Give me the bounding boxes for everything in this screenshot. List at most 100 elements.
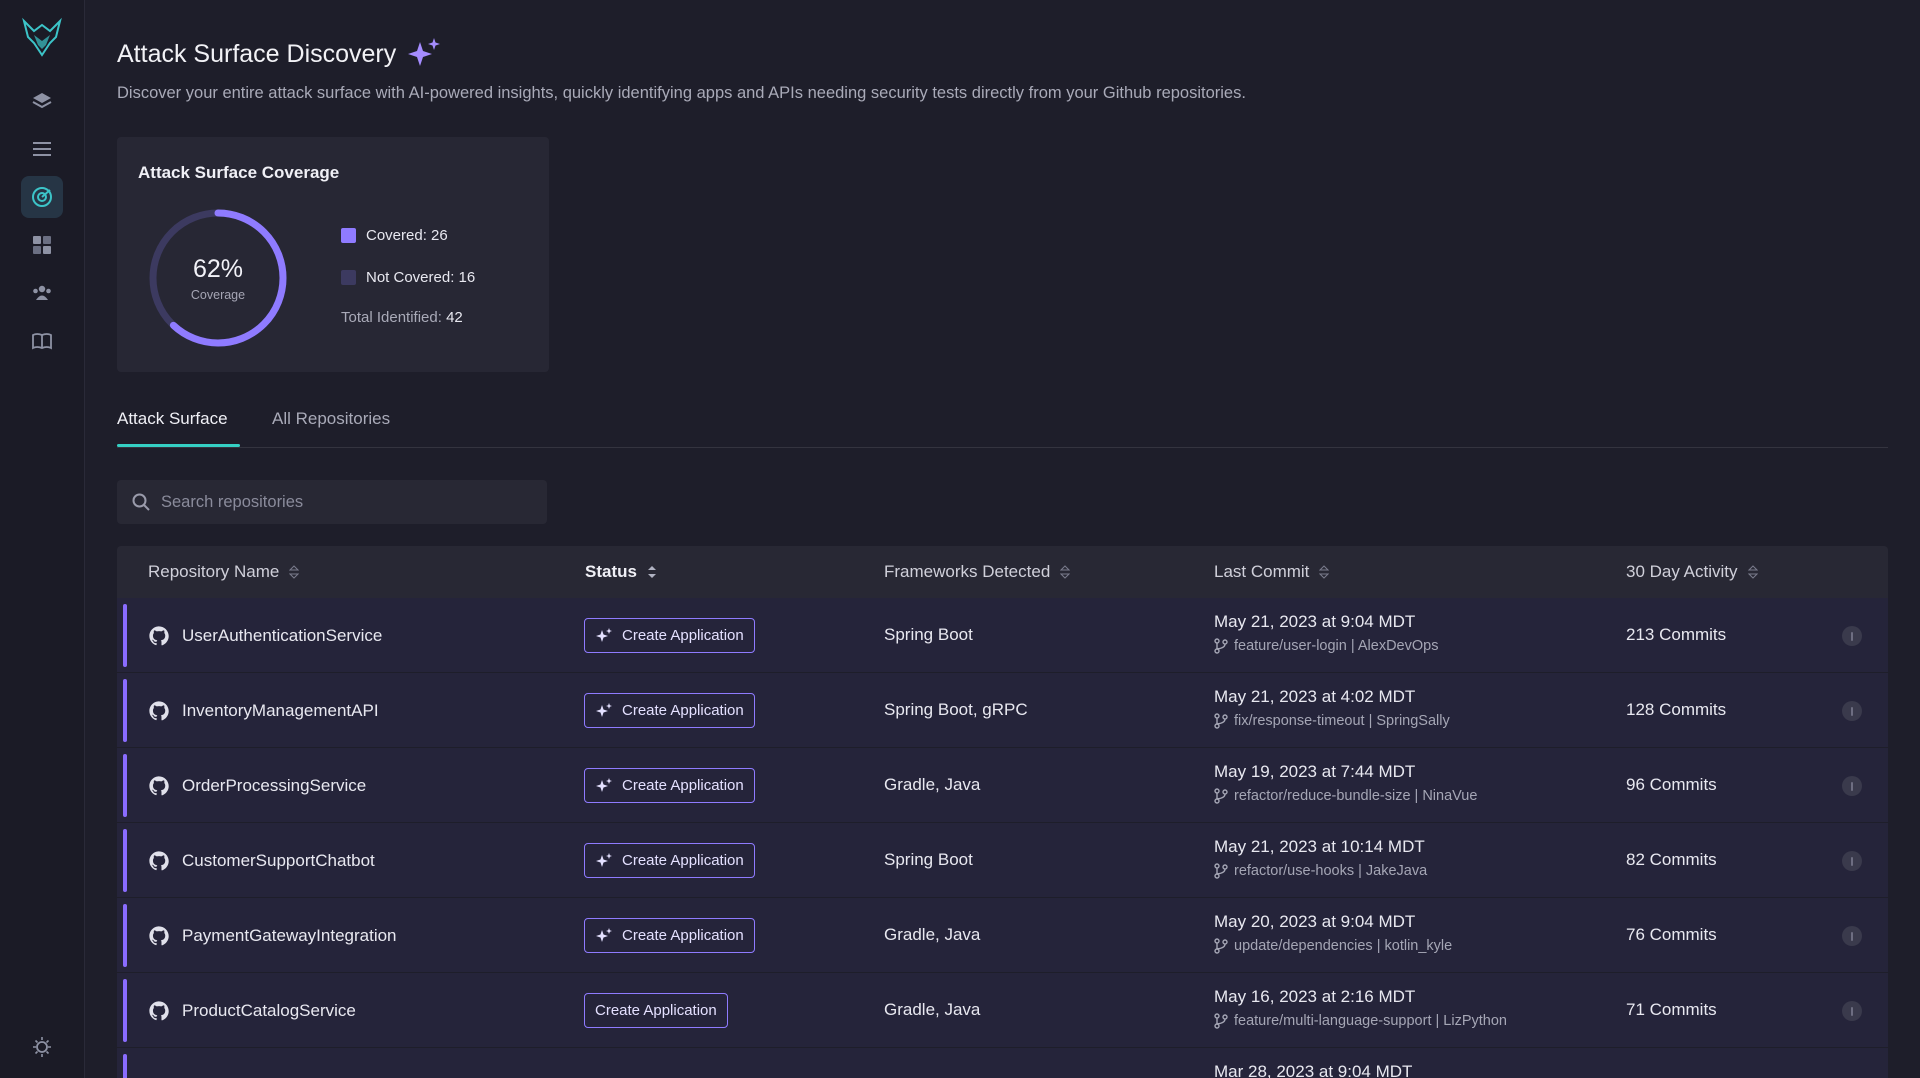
repo-name-cell: CustomerSupportChatbot [148,850,375,872]
logo-icon[interactable] [19,14,65,60]
not-covered-text: Not Covered: 16 [366,268,476,286]
info-icon[interactable] [1842,851,1862,871]
last-commit-cell: May 19, 2023 at 7:44 MDT refactor/reduce… [1214,762,1477,804]
create-application-button[interactable]: Create Application [584,693,755,728]
activity-cell: 128 Commits [1626,700,1727,719]
create-application-button[interactable]: Create Application [584,843,755,878]
book-icon [32,333,52,350]
info-icon[interactable] [1842,926,1862,946]
sidebar [0,0,85,1078]
info-icon[interactable] [1842,776,1862,796]
sort-icon [289,565,300,579]
total-label: Total Identified: [341,309,442,326]
page-subtitle: Discover your entire attack surface with… [117,84,1246,102]
row-accent [123,904,127,967]
tab-all-repositories[interactable]: All Repositories [272,409,390,429]
git-branch-icon [1214,638,1228,654]
table-row[interactable]: UserAuthenticationService Create Applica… [117,598,1888,673]
repo-name[interactable]: InventoryManagementAPI [182,701,379,721]
button-label: Create Application [622,777,744,794]
repo-name[interactable]: PaymentGatewayIntegration [182,926,397,946]
table-row[interactable]: InventoryManagementAPI Create Applicatio… [117,673,1888,748]
git-branch-icon [1214,938,1228,954]
github-icon [149,851,169,871]
git-branch-icon [1214,863,1228,879]
github-icon [149,1001,169,1021]
donut-center: 62% Coverage [147,207,289,349]
coverage-legend: Covered: 26 Not Covered: 16 Total Identi… [341,225,475,326]
table-row[interactable]: ProductCatalogService Create Application… [117,973,1888,1048]
nav-docs[interactable] [21,320,63,362]
row-accent [123,829,127,892]
repo-name[interactable]: CustomerSupportChatbot [182,851,375,871]
commit-date: May 21, 2023 at 9:04 MDT [1214,612,1416,631]
table-row-partial[interactable]: Mar 28, 2023 at 9:04 MDT [117,1048,1888,1078]
github-icon [149,626,169,646]
table-row[interactable]: PaymentGatewayIntegration Create Applica… [117,898,1888,973]
info-icon[interactable] [1842,1001,1862,1021]
nav-dashboard[interactable] [21,224,63,266]
commit-date: May 16, 2023 at 2:16 MDT [1214,987,1416,1006]
active-tab-indicator [117,444,240,447]
table-row[interactable]: OrderProcessingService Create Applicatio… [117,748,1888,823]
commit-meta: refactor/reduce-bundle-size | NinaVue [1214,788,1477,804]
row-accent [123,754,127,817]
last-commit-cell: May 21, 2023 at 9:04 MDT feature/user-lo… [1214,612,1438,654]
commit-date: May 19, 2023 at 7:44 MDT [1214,762,1416,781]
title-row: Attack Surface Discovery [117,36,442,72]
nav-menu[interactable] [21,128,63,170]
activity-cell: 76 Commits [1626,925,1717,944]
coverage-card-title: Attack Surface Coverage [138,163,340,182]
col-activity[interactable]: 30 Day Activity [1626,562,1758,582]
commit-branch: feature/user-login | AlexDevOps [1234,638,1439,654]
nav-layers[interactable] [21,80,63,122]
legend-not-covered: Not Covered: 16 [341,267,475,287]
info-icon[interactable] [1842,701,1862,721]
col-frameworks[interactable]: Frameworks Detected [884,562,1071,582]
repo-name-cell: PaymentGatewayIntegration [148,925,397,947]
repo-name[interactable]: ProductCatalogService [182,1001,356,1021]
sparkle-icon [408,38,441,66]
tab-attack-surface[interactable]: Attack Surface [117,409,228,429]
commit-branch: fix/response-timeout | SpringSally [1234,713,1450,729]
activity-cell: 71 Commits [1626,1000,1717,1019]
coverage-label: Coverage [190,287,246,302]
create-application-button[interactable]: Create Application [584,918,755,953]
nav-users[interactable] [21,272,63,314]
button-label: Create Application [622,702,744,719]
theme-toggle[interactable] [21,1035,63,1062]
commit-meta: feature/user-login | AlexDevOps [1214,638,1438,654]
repo-name-cell: UserAuthenticationService [148,625,382,647]
col-repository-name[interactable]: Repository Name [148,562,300,582]
sort-icon [1319,565,1330,579]
repo-name-cell: InventoryManagementAPI [148,700,379,722]
repo-name[interactable]: OrderProcessingService [182,776,366,796]
row-accent [123,1054,127,1078]
frameworks-cell: Gradle, Java [884,925,981,944]
search-input[interactable] [161,492,521,512]
info-icon[interactable] [1842,626,1862,646]
coverage-card: Attack Surface Coverage 62% Coverage Cov… [117,137,549,372]
total-value: 42 [446,309,463,326]
sparkle-icon [596,927,612,942]
users-icon [33,285,51,300]
nav-attack-surface[interactable] [21,176,63,218]
repo-name[interactable]: UserAuthenticationService [182,626,382,646]
button-label: Create Application [622,852,744,869]
create-application-button[interactable]: Create Application [584,993,728,1028]
github-icon [149,776,169,796]
activity-cell: 96 Commits [1626,775,1717,794]
create-application-button[interactable]: Create Application [584,768,755,803]
tabs: Attack Surface All Repositories [117,400,1888,448]
activity-cell: 82 Commits [1626,850,1717,869]
create-application-button[interactable]: Create Application [584,618,755,653]
table-row[interactable]: CustomerSupportChatbot Create Applicatio… [117,823,1888,898]
col-last-commit[interactable]: Last Commit [1214,562,1330,582]
total-identified: Total Identified: 42 [341,309,475,326]
col-label: Status [585,562,637,581]
repo-name-cell: ProductCatalogService [148,1000,356,1022]
frameworks-cell: Gradle, Java [884,1000,981,1019]
frameworks-cell: Spring Boot, gRPC [884,700,1028,719]
page-title: Attack Surface Discovery [117,39,397,68]
col-status[interactable]: Status [585,562,657,582]
